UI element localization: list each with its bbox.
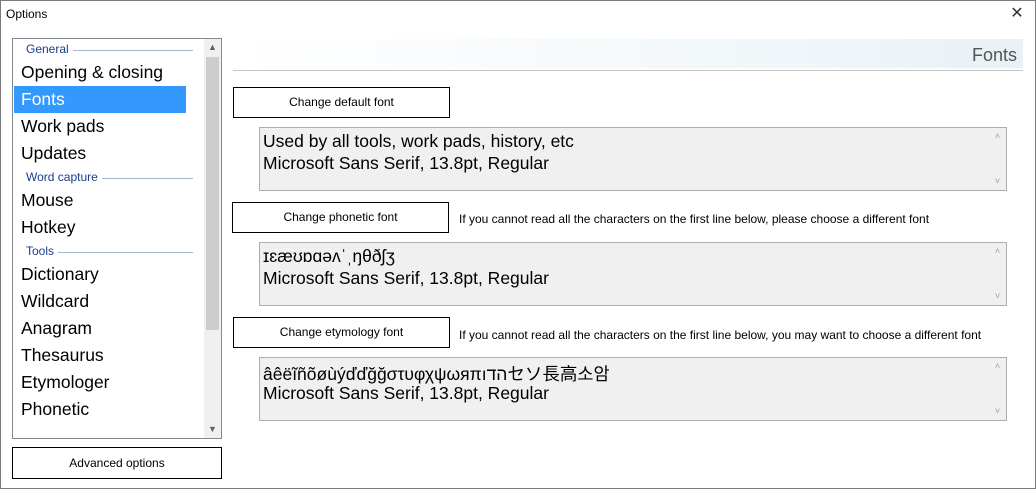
category-item[interactable]: Anagram (14, 315, 186, 342)
category-item[interactable]: Etymologer (14, 369, 186, 396)
category-item[interactable]: Fonts (14, 86, 186, 113)
scroll-up-icon[interactable]: ˄ (989, 129, 1006, 144)
category-item[interactable]: Mouse (14, 187, 186, 214)
group-header: Tools (13, 241, 205, 261)
change-phonetic-font-button[interactable]: Change phonetic font (232, 202, 449, 233)
window-title: Options (6, 7, 48, 21)
change-default-font-button[interactable]: Change default font (233, 87, 450, 118)
group-label: Tools (26, 244, 59, 258)
phonetic-font-description: Microsoft Sans Serif, 13.8pt, Regular (263, 268, 549, 288)
category-item[interactable]: Dictionary (14, 261, 186, 288)
category-item[interactable]: Wildcard (14, 288, 186, 315)
scroll-up-icon[interactable]: ˄ (989, 359, 1006, 374)
category-item[interactable]: Work pads (14, 113, 186, 140)
preview-scrollbar[interactable]: ˄ ˅ (989, 128, 1006, 190)
etymology-font-description: Microsoft Sans Serif, 13.8pt, Regular (263, 383, 549, 403)
phonetic-font-sample: ɪɛæʊɒɑəʌˈˌŋθðʃʒ (263, 246, 395, 266)
category-item[interactable]: Phonetic (14, 396, 186, 423)
scroll-up-icon[interactable]: ▲ (204, 39, 221, 56)
section-title: Fonts (971, 45, 1017, 65)
group-header: General (13, 39, 205, 59)
category-item[interactable]: Thesaurus (14, 342, 186, 369)
advanced-options-button[interactable]: Advanced options (12, 447, 222, 479)
phonetic-font-preview[interactable]: ɪɛæʊɒɑəʌˈˌŋθðʃʒ Microsoft Sans Serif, 13… (259, 242, 1007, 306)
default-font-preview[interactable]: Used by all tools, work pads, history, e… (259, 127, 1007, 191)
options-window: Options ✕ General Opening & closing Fonts W… (0, 0, 1036, 489)
scroll-up-icon[interactable]: ˄ (989, 244, 1006, 259)
scroll-down-icon[interactable]: ▼ (204, 421, 221, 438)
preview-scrollbar[interactable]: ˄ ˅ (989, 358, 1006, 420)
category-item[interactable]: Updates (14, 140, 186, 167)
group-header: Word capture (13, 167, 205, 187)
close-icon[interactable]: ✕ (1007, 5, 1027, 23)
scroll-down-icon[interactable]: ˅ (989, 174, 1006, 189)
category-item[interactable]: Opening & closing (14, 59, 186, 86)
category-list-scrollbar[interactable]: ▲ ▼ (204, 39, 221, 438)
phonetic-font-hint: If you cannot read all the characters on… (459, 212, 930, 226)
category-items: General Opening & closing Fonts Work pads Up… (13, 39, 205, 423)
change-etymology-font-button[interactable]: Change etymology font (233, 317, 450, 348)
scroll-thumb[interactable] (206, 57, 219, 330)
etymology-font-hint: If you cannot read all the characters on… (459, 328, 982, 342)
category-item[interactable]: Hotkey (14, 214, 186, 241)
preview-scrollbar[interactable]: ˄ ˅ (989, 243, 1006, 305)
title-bar: Options ✕ (1, 1, 1035, 28)
options-category-list[interactable]: General Opening & closing Fonts Work pads Up… (12, 38, 222, 439)
default-font-description: Microsoft Sans Serif, 13.8pt, Regular (263, 153, 549, 173)
etymology-font-preview[interactable]: âêëĩñõøùýďďğğστυφχψωяπıהדセソ長高소암 Microsof… (259, 357, 1007, 421)
scroll-down-icon[interactable]: ˅ (989, 289, 1006, 304)
section-header: Fonts (233, 39, 1023, 68)
group-label: General (26, 42, 73, 56)
group-label: Word capture (26, 170, 102, 184)
default-font-sample: Used by all tools, work pads, history, e… (263, 131, 574, 151)
header-divider (233, 70, 1023, 71)
scroll-down-icon[interactable]: ˅ (989, 404, 1006, 419)
